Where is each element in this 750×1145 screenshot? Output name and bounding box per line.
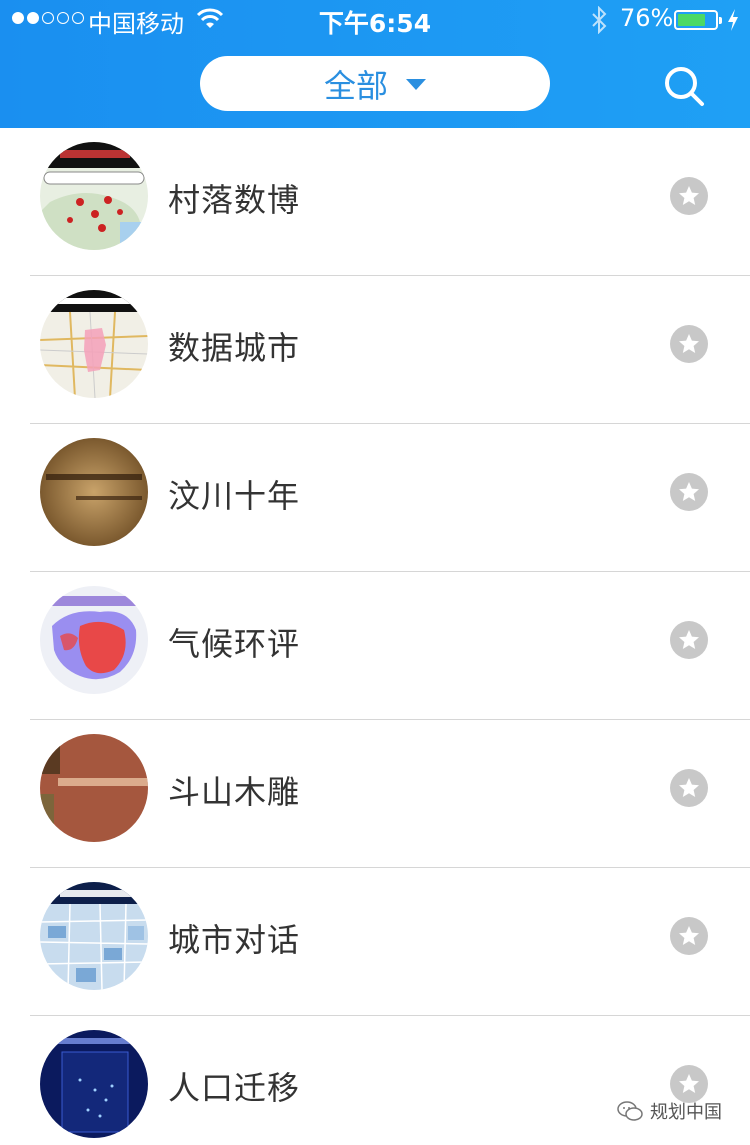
population-map-thumbnail: [40, 1030, 148, 1138]
item-label: 斗山木雕: [168, 773, 301, 811]
wechat-icon: [617, 1101, 643, 1121]
list-item[interactable]: 人口迁移: [0, 1016, 750, 1145]
chevron-down-icon: [406, 79, 426, 90]
battery-percent: 76%: [620, 4, 674, 32]
list-item[interactable]: 汶川十年: [0, 424, 750, 572]
item-label: 气候环评: [168, 625, 301, 663]
charging-icon: [728, 9, 738, 31]
favorite-star-icon[interactable]: [670, 325, 708, 363]
list-item[interactable]: 村落数博: [0, 128, 750, 276]
city-map-thumbnail: [40, 290, 148, 398]
wood-carving-thumbnail: [40, 734, 148, 842]
favorite-star-icon[interactable]: [670, 177, 708, 215]
list-item[interactable]: 数据城市: [0, 276, 750, 424]
climate-map-thumbnail: [40, 586, 148, 694]
category-filter-dropdown[interactable]: 全部: [200, 56, 550, 111]
item-label: 城市对话: [168, 921, 301, 959]
status-bar: 中国移动 下午6:54 76%: [0, 0, 750, 40]
map-thumbnail: [40, 142, 148, 250]
project-list: 村落数博 数据城市 汶川十年 气候环评 斗山木雕 城市对话 人口迁移: [0, 128, 750, 1145]
watermark: 规划中国: [616, 1098, 722, 1124]
favorite-star-icon[interactable]: [670, 473, 708, 511]
battery-icon: [674, 10, 722, 30]
favorite-star-icon[interactable]: [670, 917, 708, 955]
bluetooth-icon: [592, 6, 607, 34]
list-item[interactable]: 斗山木雕: [0, 720, 750, 868]
item-label: 汶川十年: [168, 477, 301, 515]
list-item[interactable]: 气候环评: [0, 572, 750, 720]
filter-label: 全部: [323, 66, 388, 105]
favorite-star-icon[interactable]: [670, 769, 708, 807]
city-dialog-thumbnail: [40, 882, 148, 990]
list-item[interactable]: 城市对话: [0, 868, 750, 1016]
item-label: 数据城市: [168, 329, 301, 367]
memorial-thumbnail: [40, 438, 148, 546]
item-label: 人口迁移: [168, 1069, 301, 1107]
item-label: 村落数博: [168, 181, 301, 219]
search-icon[interactable]: [660, 62, 708, 110]
watermark-text: 规划中国: [650, 1102, 722, 1123]
favorite-star-icon[interactable]: [670, 621, 708, 659]
top-bar: 中国移动 下午6:54 76% 全部: [0, 0, 750, 128]
